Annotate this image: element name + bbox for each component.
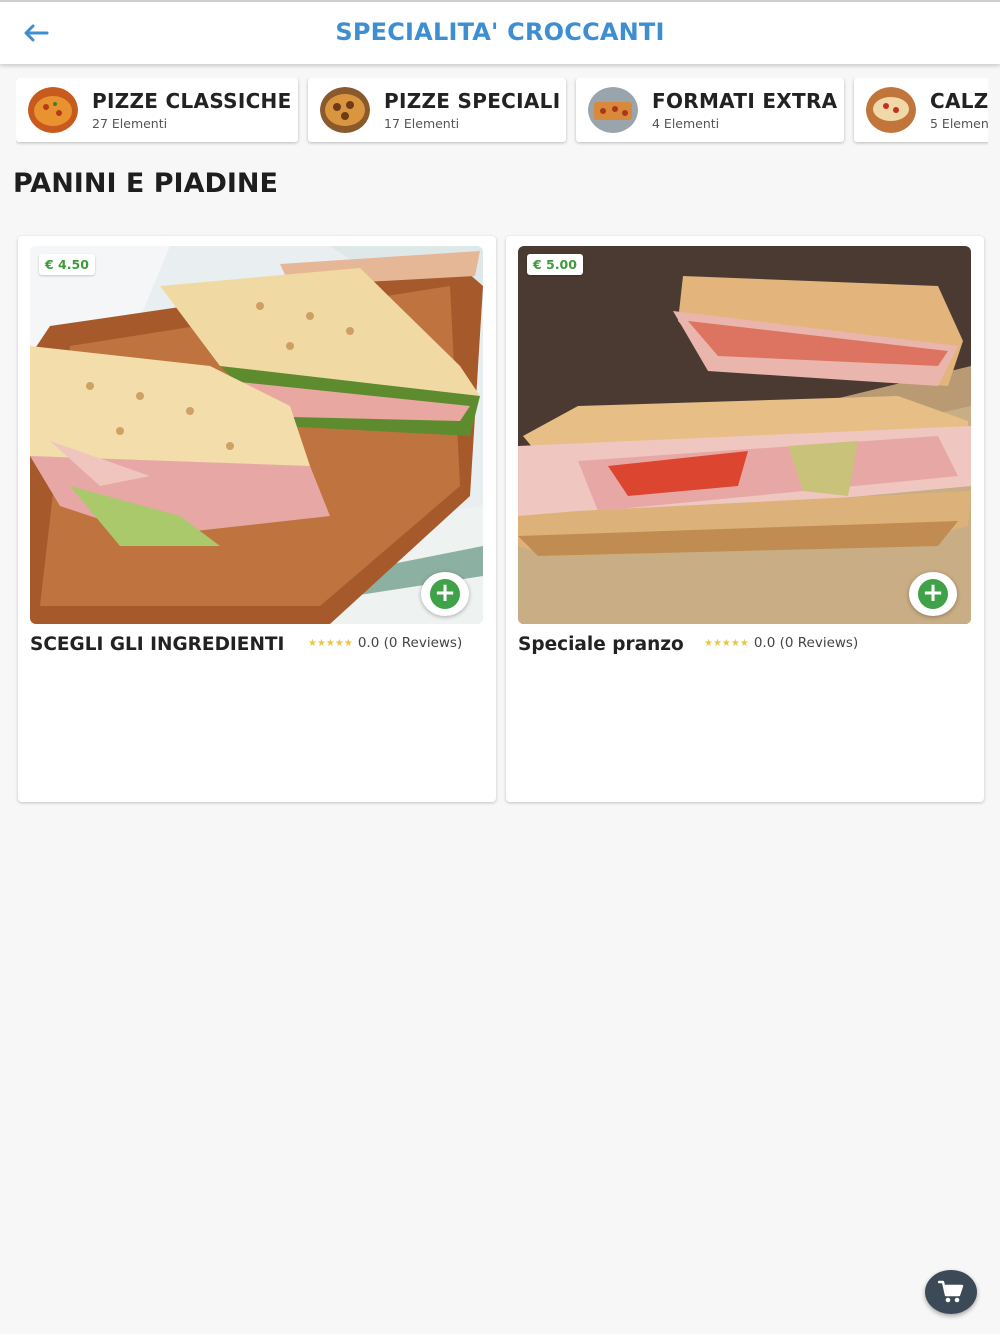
category-title: FORMATI EXTRA — [652, 89, 838, 113]
section-title: PANINI E PIADINE — [13, 168, 278, 199]
category-card-pizze-speciali[interactable]: PIZZE SPECIALI 17 Elementi — [308, 78, 566, 142]
category-thumbnail — [28, 87, 78, 133]
category-thumbnail — [588, 87, 638, 133]
product-name: SCEGLI GLI INGREDIENTI — [30, 634, 285, 655]
product-image: € 4.50 + — [30, 246, 483, 624]
review-count: (0 Reviews) — [383, 635, 463, 651]
category-title: CALZ — [930, 89, 988, 113]
star-rating-icon: ★★★★★ — [308, 637, 353, 649]
category-title: PIZZE SPECIALI — [384, 89, 561, 113]
category-count: 4 Elementi — [652, 116, 720, 131]
category-title: PIZZE CLASSICHE — [92, 89, 292, 113]
category-thumbnail — [320, 87, 370, 133]
rating-value: 0.0 — [357, 635, 380, 651]
plus-circle-icon: + — [430, 579, 460, 609]
category-count: 5 Element — [930, 116, 988, 131]
category-thumbnail — [866, 87, 916, 133]
category-card-formati-extra[interactable]: FORMATI EXTRA 4 Elementi — [576, 78, 844, 142]
shopping-cart-icon — [938, 1280, 964, 1303]
category-count: 17 Elementi — [384, 116, 460, 131]
add-to-cart-button[interactable]: + — [909, 572, 957, 616]
product-image: € 5.00 + — [518, 246, 971, 624]
product-rating: ★★★★★ 0.0 (0 Reviews) — [308, 635, 462, 651]
review-count: (0 Reviews) — [779, 635, 859, 651]
plus-circle-icon: + — [918, 579, 948, 609]
app-bar: SPECIALITA' CROCCANTI — [0, 0, 1000, 64]
cart-button[interactable] — [925, 1270, 977, 1314]
category-count: 27 Elementi — [92, 116, 168, 131]
price-badge: € 5.00 — [527, 254, 583, 275]
category-card-pizze-classiche[interactable]: PIZZE CLASSICHE 27 Elementi — [16, 78, 298, 142]
page-title: SPECIALITA' CROCCANTI — [335, 18, 665, 46]
add-to-cart-button[interactable]: + — [421, 572, 469, 616]
rating-value: 0.0 — [753, 635, 776, 651]
product-name: Speciale pranzo — [518, 634, 684, 655]
product-card[interactable]: € 5.00 + Speciale pranzo ★★★★★ 0.0 (0 Re… — [506, 236, 984, 802]
category-strip[interactable]: PIZZE CLASSICHE 27 Elementi PIZZE SPECIA… — [16, 78, 988, 146]
price-badge: € 4.50 — [39, 254, 95, 275]
product-rating: ★★★★★ 0.0 (0 Reviews) — [704, 635, 858, 651]
category-card-calzoni[interactable]: CALZ 5 Element — [854, 78, 988, 142]
star-rating-icon: ★★★★★ — [704, 637, 749, 649]
product-card[interactable]: € 4.50 + SCEGLI GLI INGREDIENTI ★★★★★ 0.… — [18, 236, 496, 802]
